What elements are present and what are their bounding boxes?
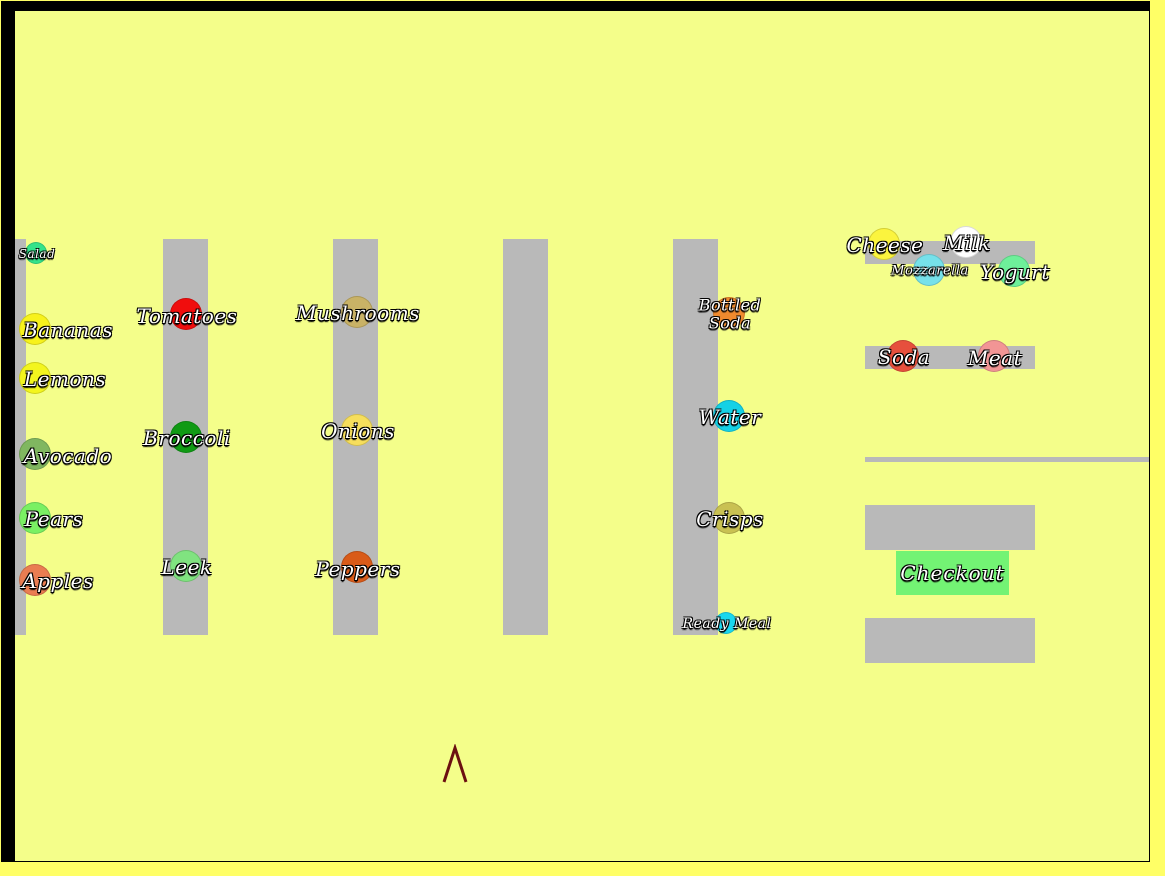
item-tomatoes-label: Tomatoes (136, 304, 238, 328)
item-bananas-label: Bananas (23, 318, 113, 342)
item-cheese-label: Cheese (846, 233, 924, 257)
shelf-aisle-3 (503, 239, 548, 635)
item-meat-label: Meat (967, 346, 1023, 370)
item-soda-label: Soda (877, 345, 931, 369)
checkout-button[interactable]: Checkout (896, 551, 1009, 595)
item-broccoli-label: Broccoli (143, 426, 231, 450)
item-milk-label: Milk (943, 231, 991, 255)
checkout-label: Checkout (900, 561, 1005, 585)
checkout-counter-bottom (865, 618, 1035, 663)
item-leek-label: Leek (161, 555, 213, 579)
item-peppers-label: Peppers (315, 557, 401, 581)
item-avocado-label: Avocado (23, 444, 113, 468)
item-bottled-soda-label: Bottled (698, 295, 762, 315)
checkout-counter-top (865, 505, 1035, 550)
item-lemons-label: Lemons (23, 367, 107, 391)
item-mozzarella-label: Mozzarella (891, 263, 969, 279)
item-bottled-soda-line2-label: Soda (708, 313, 752, 333)
divider-wall (865, 457, 1149, 462)
item-apples-label: Apples (22, 569, 94, 593)
item-crisps-label: Crisps (696, 507, 764, 531)
item-salad-label: Salad (18, 247, 56, 261)
item-yogurt-label: Yogurt (980, 260, 1050, 284)
item-onions-label: Onions (321, 419, 395, 443)
item-pears-label: Pears (24, 507, 84, 531)
caret-up-icon (442, 744, 468, 783)
item-ready-meal-label: Ready Meal (682, 616, 772, 632)
item-water-label: Water (698, 405, 762, 429)
item-mushrooms-label: Mushrooms (296, 301, 420, 325)
